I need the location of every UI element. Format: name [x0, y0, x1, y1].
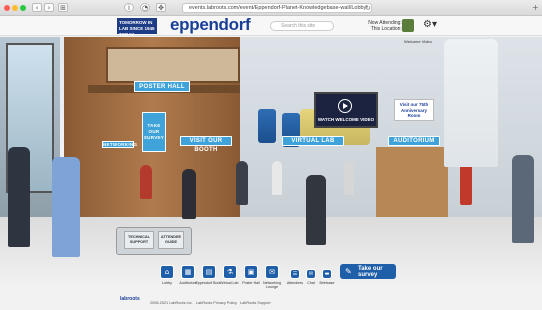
booth-nav-button[interactable]: ▤	[202, 265, 216, 279]
minimize-window-button[interactable]	[12, 5, 18, 11]
play-icon[interactable]	[338, 99, 352, 113]
briefcase-nav-label: Briefcase	[319, 281, 335, 285]
auditorium-sign[interactable]: AUDITORIUM	[388, 136, 440, 146]
booth-icon: ▤	[205, 268, 213, 276]
lab-equipment	[258, 109, 276, 143]
chat-icon: ✉	[269, 268, 275, 276]
search-input[interactable]: Search this site	[270, 21, 334, 31]
auditorium-icon: ▦	[184, 268, 192, 276]
app-header: TOMORROW IN LAB SINCE 1945 TODAY eppendo…	[0, 15, 542, 37]
attendee-guide-button[interactable]: ATTENDEE GUIDE	[158, 231, 184, 249]
visitor-figure	[512, 155, 534, 243]
chat-nav-button[interactable]: ✉	[306, 269, 316, 279]
upper-gallery	[106, 47, 240, 83]
lobby-nav-button[interactable]: ⌂	[160, 265, 174, 279]
avatar[interactable]	[402, 19, 414, 32]
address-bar[interactable]: events.labroots.com/event/Eppendorf-Plan…	[182, 3, 372, 13]
attendees-icon: ☰	[292, 271, 298, 277]
home-icon: ⌂	[164, 268, 170, 276]
sidebar-toggle-button[interactable]: ⊞	[58, 3, 68, 12]
survey-sign[interactable]: TAKE OUR SURVEY	[142, 112, 166, 152]
anniversary-sign[interactable]: Visit our 75th Anniversary Room	[394, 99, 434, 121]
new-tab-button[interactable]: +	[532, 3, 539, 12]
shield-icon[interactable]: ◔	[140, 3, 150, 12]
networking-nav-button[interactable]: ✉	[265, 265, 279, 279]
flask-icon: ⚗	[226, 268, 234, 276]
back-button[interactable]: ‹	[32, 3, 42, 12]
browser-window: ‹ › ⊞ i ◔ ✥ events.labroots.com/event/Ep…	[0, 0, 542, 310]
forward-button[interactable]: ›	[44, 3, 54, 12]
welcome-video-button[interactable]: Welcome Video	[404, 39, 432, 44]
this-location: This Location: 2	[370, 26, 406, 32]
browser-toolbar: ‹ › ⊞ i ◔ ✥ events.labroots.com/event/Ep…	[0, 0, 542, 16]
poster-icon: ▣	[247, 268, 255, 276]
maximize-window-button[interactable]	[20, 5, 26, 11]
pencil-icon: ✎	[345, 267, 352, 276]
brand-logo[interactable]: eppendorf	[170, 15, 251, 35]
visitor-figure	[272, 161, 282, 195]
poster-hall-nav-button[interactable]: ▣	[244, 265, 258, 279]
chat-bubble-icon: ✉	[308, 271, 314, 277]
attendees-nav-button[interactable]: ☰	[290, 269, 300, 279]
networking-sign[interactable]: NETWORKING	[102, 141, 137, 148]
visitor-figure	[140, 165, 152, 199]
info-icon[interactable]: i	[124, 3, 134, 12]
visitor-figure	[52, 157, 80, 257]
visitor-figure	[182, 169, 196, 219]
visitor-figure	[344, 161, 354, 195]
poster-hall-sign[interactable]: POSTER HALL	[134, 81, 190, 92]
settings-gear-icon[interactable]: ⚙▾	[423, 19, 437, 30]
tagline-logo: TOMORROW IN LAB SINCE 1945 TODAY	[117, 18, 157, 37]
auditorium-nav-button[interactable]: ▦	[181, 265, 195, 279]
close-window-button[interactable]	[4, 5, 10, 11]
scientist-figure	[444, 39, 498, 167]
privacy-link[interactable]: LabRoots Privacy Policy	[196, 296, 237, 310]
visitor-figure	[236, 161, 248, 205]
technical-support-button[interactable]: TECHNICAL SUPPORT	[124, 231, 154, 249]
briefcase-icon: ▬	[324, 271, 330, 277]
visitor-figure	[306, 175, 326, 245]
visitor-figure	[8, 147, 30, 247]
copyright-text: 2008-2021 LabRoots Inc.	[150, 301, 193, 305]
labroots-logo[interactable]: labroots	[120, 296, 140, 302]
attendance-stats: Now Attending: 2 This Location: 2	[356, 20, 406, 32]
briefcase-nav-button[interactable]: ▬	[322, 269, 332, 279]
reload-icon[interactable]: ↻	[365, 4, 371, 12]
visit-booth-sign[interactable]: VISIT OUR BOOTH	[180, 136, 232, 153]
virtual-lab-sign[interactable]: VIRTUAL LAB	[282, 136, 344, 146]
lobby-scene: POSTER HALL TAKE OUR SURVEY VISIT OUR BO…	[0, 37, 542, 286]
virtual-lab-nav-button[interactable]: ⚗	[223, 265, 237, 279]
extensions-icon[interactable]: ✥	[156, 3, 166, 12]
auditorium-entrance	[376, 147, 448, 217]
page-footer: labroots 2008-2021 LabRoots Inc. LabRoot…	[0, 296, 542, 310]
support-link[interactable]: LabRoots Support	[240, 296, 271, 310]
video-label: WATCH WELCOME VIDEO	[317, 117, 375, 122]
